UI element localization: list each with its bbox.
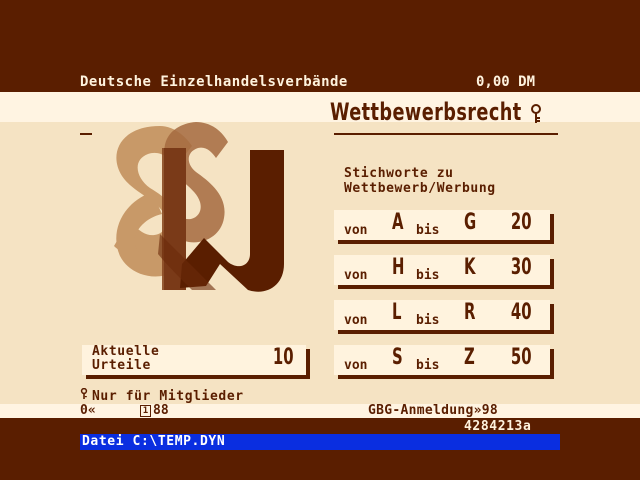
page-title: Wettbewerbsrecht [330, 98, 522, 126]
content-panel: Wettbewerbsrecht Stichworte zu Wettbewer… [0, 92, 640, 404]
range-von-label: von [344, 313, 368, 328]
file-path-label: Datei C:\TEMP.DYN [82, 434, 226, 449]
header-bar: Deutsche Einzelhandelsverbände 0,00 DM [0, 72, 640, 92]
range-von-label: von [344, 268, 368, 283]
range-button-l-r[interactable]: von L bis R 40 [334, 300, 550, 330]
urteile-label-line1: Aktuelle [92, 344, 160, 359]
page-icon: 1 [140, 404, 151, 417]
range-from-letter: L [392, 300, 402, 325]
range-to-letter: K [464, 255, 476, 280]
paragraph-law-logo-icon [114, 122, 284, 292]
members-note-label: Nur für Mitglieder [92, 389, 244, 404]
range-von-label: von [344, 358, 368, 373]
current-page-number: 88 [153, 403, 169, 418]
page-indicator: 1 88 [140, 404, 169, 418]
range-bis-label: bis [416, 268, 440, 283]
range-to-letter: G [464, 210, 477, 235]
range-from-letter: H [392, 255, 405, 280]
urteile-label: Aktuelle Urteile [92, 345, 159, 373]
subtitle: Stichworte zu Wettbewerb/Werbung [344, 166, 496, 196]
range-to-letter: Z [464, 345, 475, 370]
range-von-label: von [344, 223, 368, 238]
range-bis-label: bis [416, 313, 440, 328]
range-page-number: 50 [511, 345, 532, 370]
page-code: 4284213a [464, 419, 532, 434]
range-button-a-g[interactable]: von A bis G 20 [334, 210, 550, 240]
subtitle-line1: Stichworte zu [344, 166, 454, 181]
title-stripe [0, 92, 640, 122]
range-bis-label: bis [416, 358, 440, 373]
nav-first-page-link[interactable]: 0« [80, 404, 96, 418]
range-button-s-z[interactable]: von S bis Z 50 [334, 345, 550, 375]
publisher-label: Deutsche Einzelhandelsverbände [80, 74, 348, 90]
title-rule [334, 133, 558, 135]
range-page-number: 30 [511, 255, 532, 280]
nav-stripe [0, 404, 640, 418]
members-note: Nur für Mitglieder [80, 387, 244, 404]
range-button-h-k[interactable]: von H bis K 30 [334, 255, 550, 285]
range-from-letter: S [392, 345, 403, 370]
key-icon [530, 104, 542, 128]
aktuelle-urteile-button[interactable]: Aktuelle Urteile 10 [82, 345, 306, 375]
title-rule-left [80, 133, 92, 135]
key-icon [80, 387, 92, 404]
range-bis-label: bis [416, 223, 440, 238]
nav-gbg-anmeldung-link[interactable]: GBG-Anmeldung»98 [368, 404, 498, 418]
urteile-page-number: 10 [273, 345, 294, 370]
range-to-letter: R [464, 300, 476, 325]
price-label: 0,00 DM [476, 74, 536, 90]
range-from-letter: A [392, 210, 404, 235]
urteile-label-line2: Urteile [92, 358, 151, 373]
subtitle-line2: Wettbewerb/Werbung [344, 181, 496, 196]
status-bar: Datei C:\TEMP.DYN [80, 434, 560, 450]
range-page-number: 40 [511, 300, 532, 325]
range-page-number: 20 [511, 210, 532, 235]
